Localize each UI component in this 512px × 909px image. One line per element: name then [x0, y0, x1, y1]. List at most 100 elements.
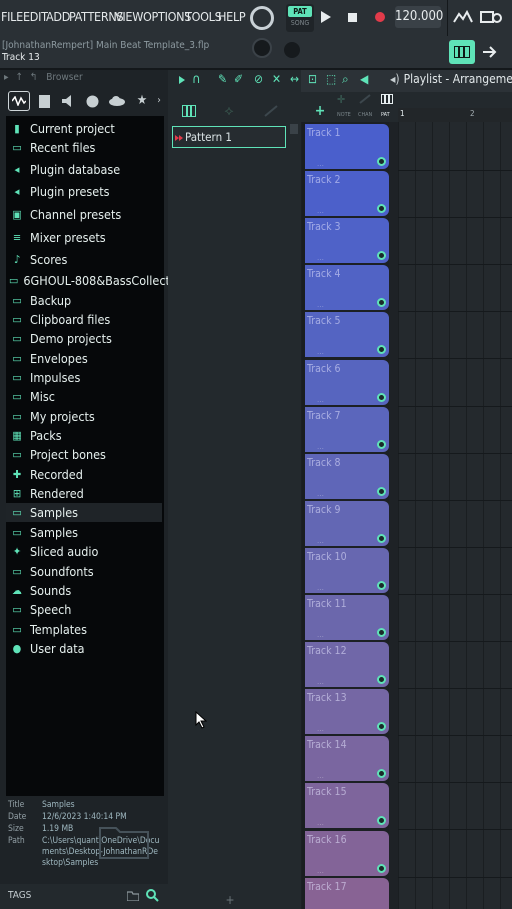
browser-item[interactable]: ⊞ Rendered	[6, 484, 162, 503]
track-header[interactable]: Track 12...	[305, 642, 389, 687]
browser-item[interactable]: ▭ Clipboard files	[6, 310, 162, 329]
track-mute-led[interactable]	[377, 345, 386, 354]
menu-view[interactable]: VIEW	[115, 9, 143, 24]
pattern-audio-button[interactable]: ⟡	[218, 102, 240, 120]
play-button[interactable]	[314, 5, 338, 29]
pattern-scrollbar[interactable]	[290, 124, 298, 134]
record-button[interactable]	[368, 5, 392, 29]
note-tool-icon[interactable]: ✛	[337, 93, 351, 106]
slip-tool-icon[interactable]: ↔	[290, 72, 299, 86]
track-header[interactable]: Track 14...	[305, 736, 389, 781]
menu-add[interactable]: ADD	[46, 9, 70, 24]
add-track-button[interactable]: +	[313, 103, 327, 119]
track-mute-led[interactable]	[377, 628, 386, 637]
tempo-display[interactable]: 120.000	[395, 6, 443, 28]
browser-item[interactable]: ▭ 6GHOUL-808&BassCollection	[6, 271, 187, 290]
track-header[interactable]: Track 2...	[305, 171, 389, 216]
slice-tool-icon[interactable]: ⊡	[308, 72, 317, 86]
menu-options[interactable]: OPTIONS	[143, 9, 191, 24]
browser-item[interactable]: ▦ Packs	[6, 426, 162, 445]
browser-item[interactable]: ✚ Recorded	[6, 465, 162, 484]
mute-tool-icon[interactable]: ✕	[272, 72, 281, 86]
track-header[interactable]: Track 16...	[305, 831, 389, 876]
browser-back-icon[interactable]: ↰	[30, 72, 38, 83]
favorites-filter-tab[interactable]: ★	[134, 92, 150, 108]
cloud-filter-tab[interactable]	[108, 93, 126, 109]
folder-icon[interactable]	[127, 891, 139, 901]
browser-item[interactable]: ▣ Channel presets	[6, 205, 162, 224]
all-filter-tab[interactable]	[8, 91, 30, 111]
pitch-small-knob[interactable]	[284, 42, 300, 58]
track-header[interactable]: Track 3...	[305, 218, 389, 263]
track-mute-led[interactable]	[377, 581, 386, 590]
pattern-item[interactable]: Pattern 1	[172, 126, 286, 148]
track-header[interactable]: Track 13...	[305, 689, 389, 734]
track-header[interactable]: Track 17...	[305, 878, 389, 909]
browser-item[interactable]: ▭ Backup	[6, 291, 162, 310]
browser-item[interactable]: ● User data	[6, 639, 162, 658]
plugins-filter-tab[interactable]	[60, 93, 78, 109]
track-header[interactable]: Track 10...	[305, 548, 389, 593]
browser-item[interactable]: ▭ Soundfonts	[6, 562, 162, 581]
track-mute-led[interactable]	[377, 440, 386, 449]
pat-tool-icon[interactable]	[380, 93, 395, 105]
browser-item[interactable]: ▭ Speech	[6, 600, 162, 619]
browser-item[interactable]: ▭ Envelopes	[6, 349, 162, 368]
track-mute-led[interactable]	[377, 675, 386, 684]
track-mute-led[interactable]	[377, 864, 386, 873]
magnet-icon[interactable]: ∩	[192, 72, 201, 87]
track-header[interactable]: Track 6...	[305, 360, 389, 405]
pattern-piano-button[interactable]	[178, 102, 200, 120]
pat-song-toggle[interactable]: PAT SONG	[286, 4, 314, 32]
track-header[interactable]: Track 11...	[305, 595, 389, 640]
track-header[interactable]: Track 7...	[305, 407, 389, 452]
next-arrow-button[interactable]	[478, 40, 502, 64]
browser-item[interactable]: ▭ Project bones	[6, 445, 162, 464]
browser-item[interactable]: ♪ Scores	[6, 250, 162, 269]
master-pitch-knob[interactable]	[252, 38, 272, 58]
delete-tool-icon[interactable]: ⊘	[254, 72, 263, 86]
browser-item[interactable]: ▭ Recent files	[6, 138, 162, 157]
search-icon[interactable]	[146, 889, 159, 902]
add-pattern-button[interactable]: +	[225, 893, 235, 907]
browser-item[interactable]: ◂ Plugin database	[6, 160, 162, 179]
menu-file[interactable]: FILE	[1, 9, 23, 24]
zoom-tool-icon[interactable]: ⌕	[342, 72, 349, 87]
track-mute-led[interactable]	[377, 298, 386, 307]
track-header[interactable]: Track 8...	[305, 454, 389, 499]
menu-help[interactable]: HELP	[218, 9, 246, 24]
master-volume-knob[interactable]	[250, 6, 274, 30]
track-header[interactable]: Track 5...	[305, 312, 389, 357]
browser-item[interactable]: ▭ Demo projects	[6, 329, 162, 348]
browser-item[interactable]: ◂ Plugin presets	[6, 182, 162, 201]
track-mute-led[interactable]	[377, 769, 386, 778]
browser-menu-icon[interactable]: ▸	[4, 72, 9, 83]
select-tool-icon[interactable]: ⬚	[326, 72, 336, 86]
track-mute-led[interactable]	[377, 816, 386, 825]
browser-item[interactable]: ▭ My projects	[6, 407, 162, 426]
browser-up-icon[interactable]: ↑	[15, 72, 23, 83]
chan-tool-icon[interactable]	[359, 93, 373, 105]
browser-item[interactable]: ▭ Samples	[6, 523, 162, 542]
menu-edit[interactable]: EDIT	[23, 9, 48, 24]
timeline-ruler[interactable]: 1 2	[398, 108, 512, 122]
cpu-monitor-button[interactable]	[451, 5, 475, 29]
track-header[interactable]: Track 4...	[305, 265, 389, 310]
browser-item[interactable]: ✦ Sliced audio	[6, 542, 162, 561]
browser-item[interactable]: ▭ Misc	[6, 387, 162, 406]
more-filter-tab[interactable]: ›	[154, 92, 164, 108]
track-header[interactable]: Track 15...	[305, 783, 389, 828]
menu-tools[interactable]: TOOLS	[185, 9, 222, 24]
track-mute-led[interactable]	[377, 251, 386, 260]
pattern-automation-button[interactable]	[260, 102, 282, 120]
track-header[interactable]: Track 1...	[305, 124, 389, 169]
browser-item[interactable]: ≡ Mixer presets	[6, 228, 162, 247]
paint-tool-icon[interactable]: ✐	[234, 72, 243, 86]
track-mute-led[interactable]	[377, 722, 386, 731]
metronome-button[interactable]	[478, 5, 504, 29]
browser-item[interactable]: ☁ Sounds	[6, 581, 162, 600]
draw-tool-icon[interactable]: ✎	[218, 72, 227, 86]
files-filter-tab[interactable]	[37, 93, 51, 109]
stop-button[interactable]	[340, 5, 364, 29]
track-mute-led[interactable]	[377, 487, 386, 496]
